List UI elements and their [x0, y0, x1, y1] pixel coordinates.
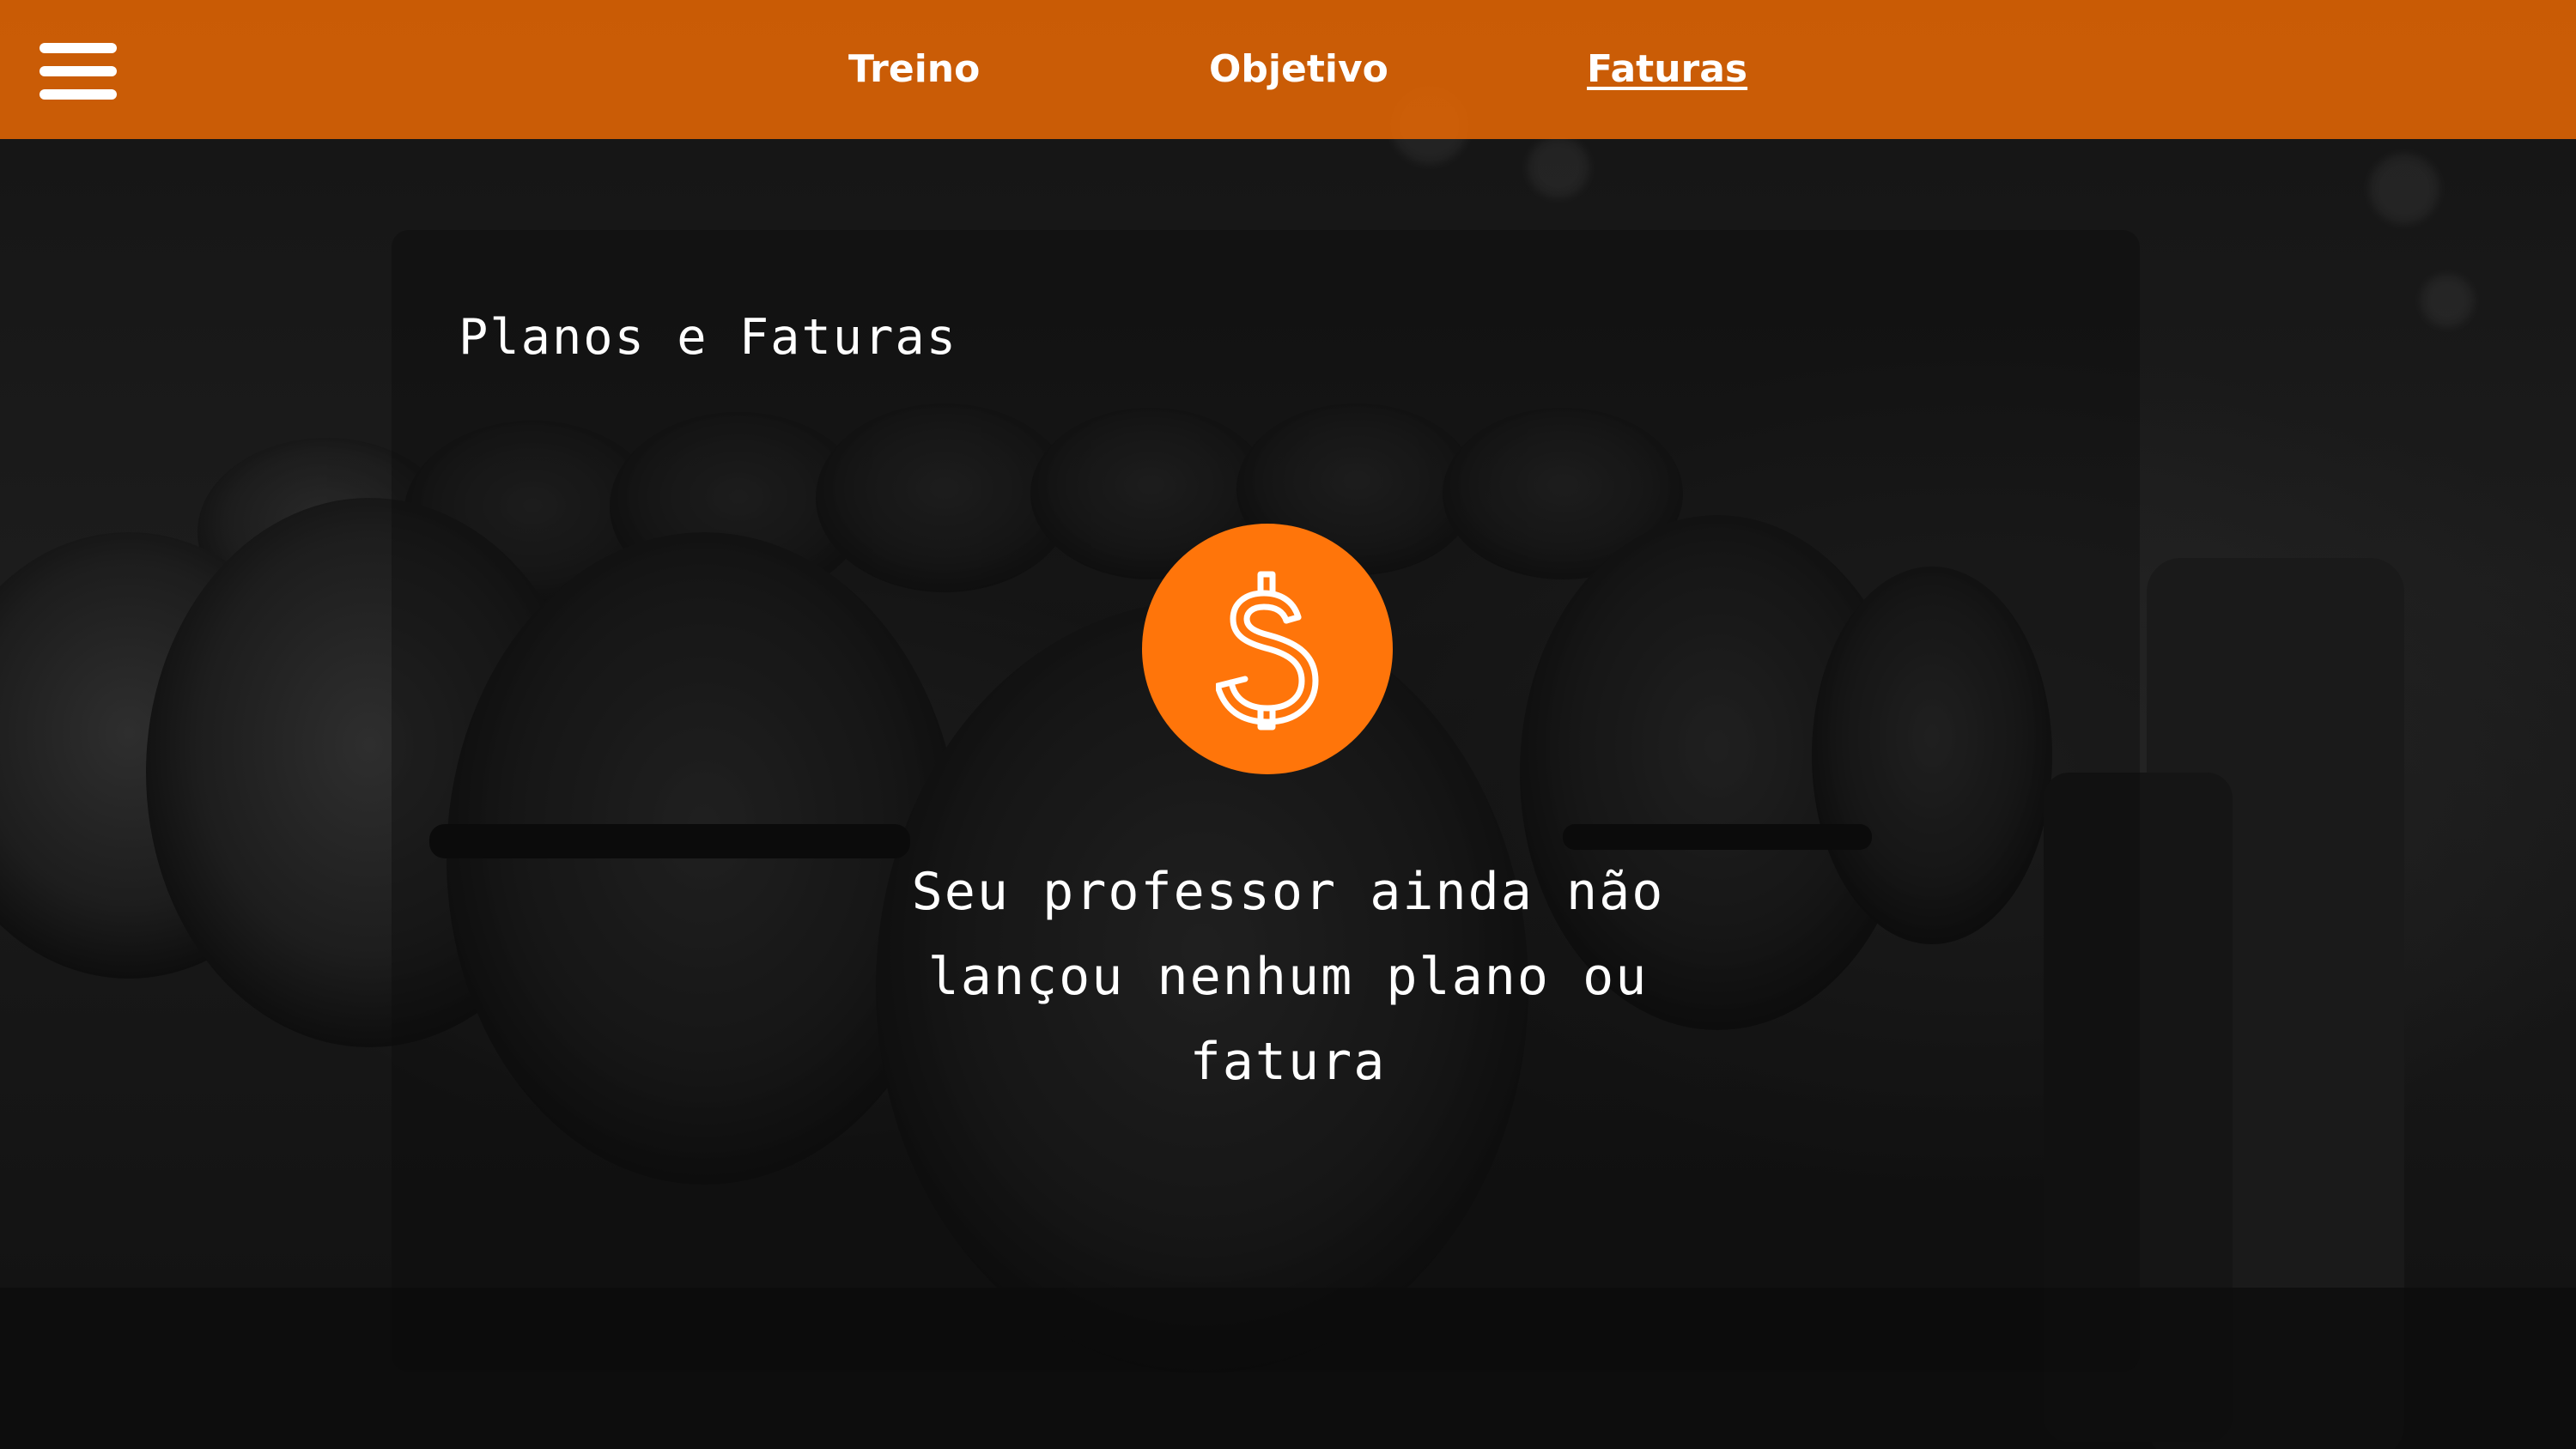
- nav-link-faturas[interactable]: Faturas: [1587, 43, 1747, 96]
- dollar-sign-glyph: [1216, 571, 1319, 731]
- page-title: Planos e Faturas: [459, 309, 958, 366]
- dollar-icon: [1142, 524, 1393, 774]
- empty-state-message: Seu professor ainda não lançou nenhum pl…: [911, 862, 1665, 1092]
- menu-line: [39, 43, 117, 53]
- bokeh-light: [2370, 155, 2439, 223]
- bokeh-light: [1528, 137, 1589, 197]
- top-navigation-bar: Treino Objetivo Faturas: [0, 0, 2576, 139]
- menu-line: [39, 89, 117, 100]
- nav-link-treino[interactable]: Treino: [848, 43, 980, 96]
- content-panel: [392, 230, 2140, 1372]
- bokeh-light: [2421, 275, 2473, 326]
- menu-line: [39, 66, 117, 76]
- hamburger-menu-icon[interactable]: [39, 43, 117, 100]
- nav-link-objetivo[interactable]: Objetivo: [1209, 43, 1388, 96]
- app-screen: Treino Objetivo Faturas Planos e Faturas: [0, 0, 2576, 1449]
